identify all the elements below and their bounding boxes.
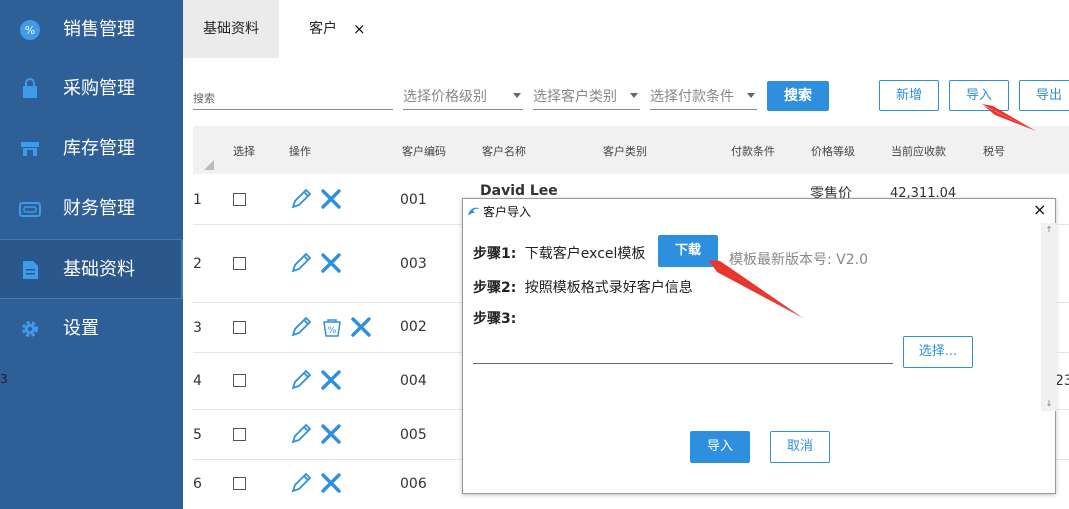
col-actions: 操作 — [289, 145, 311, 158]
sidebar-item-basic-data[interactable]: 基础资料 — [0, 239, 183, 299]
sales-badge-icon: % — [20, 20, 40, 40]
edit-pencil-icon[interactable] — [289, 422, 313, 446]
search-button[interactable]: 搜索 — [767, 81, 829, 111]
shopping-bag-icon — [23, 78, 37, 98]
col-tax-id[interactable]: 税号 — [983, 143, 1005, 159]
sidebar: % 销售管理 采购管理 库存管理 财务管理 基础资料 设置 — [0, 0, 183, 509]
row-checkbox[interactable] — [233, 193, 246, 206]
warehouse-icon — [21, 142, 39, 156]
choose-file-button[interactable]: 选择... — [903, 336, 973, 368]
delete-x-icon[interactable] — [320, 472, 342, 494]
discount-bag-icon[interactable]: % — [320, 315, 344, 339]
edit-pencil-icon[interactable] — [289, 187, 313, 211]
customer-name: David Lee — [480, 183, 558, 199]
step3-row: 步骤3: — [473, 311, 517, 327]
delete-x-icon[interactable] — [320, 188, 342, 210]
step1-row: 步骤1: 下载客户excel模板 — [473, 246, 646, 262]
edit-pencil-icon[interactable] — [289, 368, 313, 392]
row-checkbox[interactable] — [233, 477, 246, 490]
price-level-select[interactable]: 选择价格级别 — [403, 80, 523, 110]
edit-pencil-icon[interactable] — [289, 251, 313, 275]
row-checkbox[interactable] — [233, 321, 246, 334]
caret-down-icon — [747, 93, 755, 98]
download-button[interactable]: 下载 — [658, 235, 718, 267]
row-checkbox[interactable] — [233, 257, 246, 270]
edit-pencil-icon[interactable] — [289, 471, 313, 495]
row-checkbox[interactable] — [233, 428, 246, 441]
col-receivable[interactable]: 当前应收款 — [891, 143, 946, 159]
delete-x-icon[interactable] — [350, 316, 372, 338]
app-window: % 销售管理 采购管理 库存管理 财务管理 基础资料 设置 基础资料 客户 × — [0, 0, 1069, 509]
col-payment[interactable]: 付款条件 — [731, 143, 775, 159]
edit-pencil-icon[interactable] — [289, 315, 313, 339]
col-name[interactable]: 客户名称 — [482, 143, 526, 159]
add-button[interactable]: 新增 — [879, 80, 939, 111]
col-code: 客户编码 — [402, 145, 446, 158]
table-header: 选择 操作 客户编码 客户名称 客户类别 付款条件 价格等级 当前应收款 税号 — [193, 126, 1069, 174]
search-input[interactable] — [193, 88, 393, 108]
svg-text:%: % — [328, 326, 337, 336]
step2-row: 步骤2: 按照模板格式录好客户信息 — [473, 280, 693, 296]
scroll-down-icon[interactable]: ↓ — [1041, 397, 1057, 411]
svg-text:%: % — [25, 24, 35, 37]
import-button[interactable]: 导入 — [949, 80, 1009, 111]
gear-icon — [22, 321, 38, 337]
dialog-import-button[interactable]: 导入 — [690, 431, 750, 463]
caret-down-icon — [513, 93, 521, 98]
tab-customer[interactable]: 客户 × — [279, 0, 379, 58]
sidebar-item-label: 基础资料 — [63, 259, 135, 280]
dialog-scrollbar[interactable]: ↑ ↓ — [1041, 223, 1057, 411]
customer-import-dialog: 客户导入 × 步骤1: 下载客户excel模板 下载 模板最新版本号: V2.0… — [462, 198, 1057, 494]
col-select: 选择 — [233, 145, 255, 158]
sidebar-item-label: 库存管理 — [63, 138, 135, 159]
search-field — [193, 80, 393, 110]
close-icon[interactable]: × — [1033, 200, 1046, 219]
caret-down-icon — [630, 93, 638, 98]
file-path-field[interactable] — [473, 363, 893, 364]
template-version: 模板最新版本号: V2.0 — [729, 252, 869, 268]
scroll-up-icon[interactable]: ↑ — [1041, 223, 1057, 237]
customer-type-select[interactable]: 选择客户类别 — [533, 80, 640, 110]
sidebar-item-finance[interactable]: 财务管理 — [0, 179, 183, 239]
row-checkbox[interactable] — [233, 374, 246, 387]
col-type[interactable]: 客户类别 — [603, 143, 647, 159]
delete-x-icon[interactable] — [320, 252, 342, 274]
dialog-cancel-button[interactable]: 取消 — [770, 431, 830, 463]
sidebar-item-settings[interactable]: 设置 — [0, 299, 183, 359]
sidebar-item-label: 财务管理 — [63, 198, 135, 219]
document-icon — [23, 261, 38, 279]
tab-basic-data[interactable]: 基础资料 — [183, 0, 279, 58]
sidebar-item-sales[interactable]: % 销售管理 — [0, 0, 183, 60]
partial-edge-text: 3 — [0, 372, 8, 386]
delete-x-icon[interactable] — [320, 369, 342, 391]
col-price-level[interactable]: 价格等级 — [811, 143, 855, 159]
sidebar-item-label: 设置 — [63, 318, 99, 339]
sidebar-item-inventory[interactable]: 库存管理 — [0, 119, 183, 179]
dialog-title: 客户导入 — [483, 205, 532, 219]
sidebar-item-label: 采购管理 — [63, 78, 135, 99]
sort-corner-icon — [204, 160, 214, 170]
tab-bar: 基础资料 客户 × — [183, 0, 1069, 58]
finance-card-icon — [19, 202, 41, 217]
dolphin-icon — [468, 207, 480, 215]
export-button[interactable]: 导出 — [1019, 80, 1069, 111]
close-icon[interactable]: × — [353, 0, 366, 58]
sidebar-item-purchase[interactable]: 采购管理 — [0, 59, 183, 119]
partial-cell-text: 23 — [1055, 373, 1069, 389]
delete-x-icon[interactable] — [320, 423, 342, 445]
payment-terms-select[interactable]: 选择付款条件 — [650, 80, 757, 110]
sidebar-item-label: 销售管理 — [63, 19, 135, 40]
